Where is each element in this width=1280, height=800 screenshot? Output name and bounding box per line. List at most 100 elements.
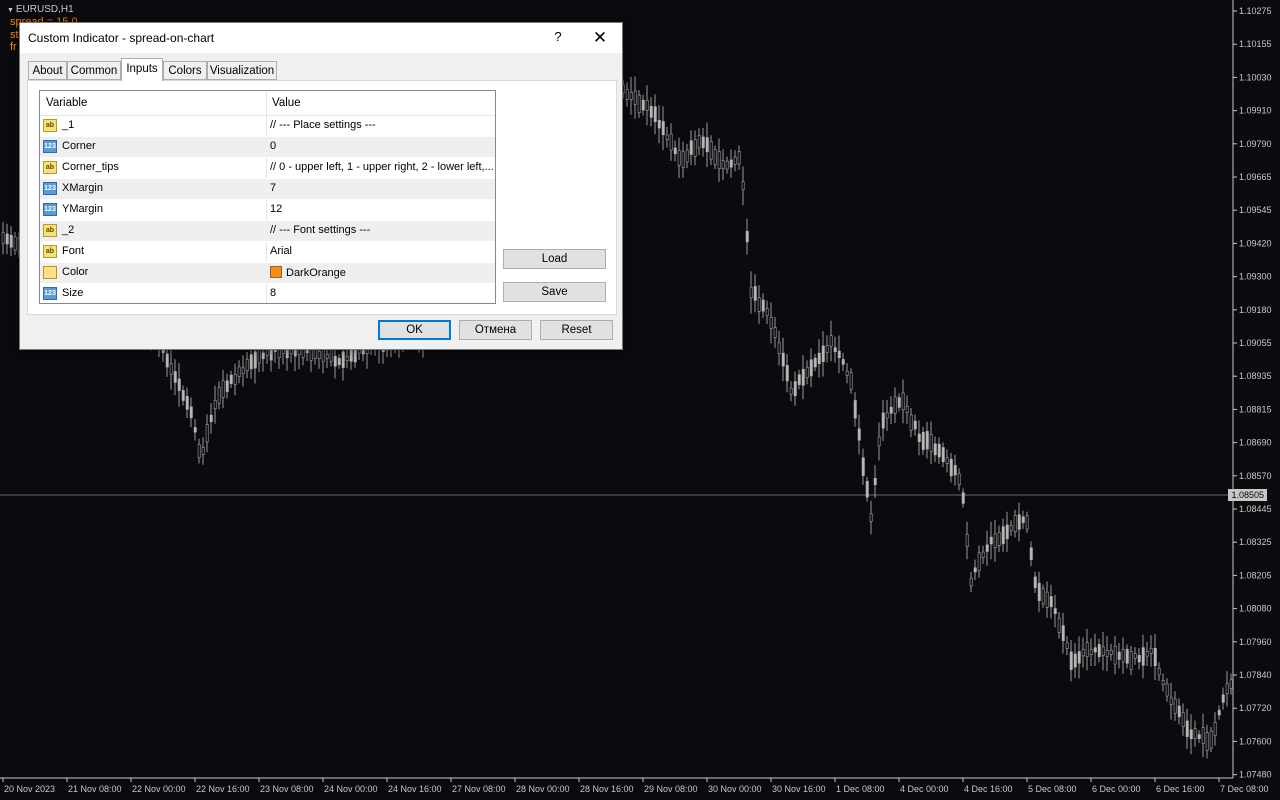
candle-body	[873, 478, 877, 485]
candle-body	[741, 181, 745, 190]
candle-body	[1053, 608, 1057, 614]
variable-value[interactable]: 8	[270, 287, 276, 299]
variable-value[interactable]: // 0 - upper left, 1 - upper right, 2 - …	[270, 161, 494, 173]
dialog-titlebar[interactable]: Custom Indicator - spread-on-chart ? ✕	[20, 23, 622, 53]
variable-name: XMargin	[62, 182, 103, 194]
candle-body	[1205, 732, 1209, 751]
candle-body	[677, 150, 681, 166]
candle-body	[649, 105, 653, 118]
column-header-variable[interactable]: Variable	[46, 97, 87, 109]
tab-visualization[interactable]: Visualization	[207, 61, 277, 80]
value-text: 0	[270, 140, 277, 152]
candle-body	[637, 94, 641, 114]
candle-body	[745, 231, 749, 243]
save-button[interactable]: Save	[503, 282, 606, 302]
price-label: 1.08080	[1239, 604, 1272, 614]
variable-value[interactable]: Arial	[270, 245, 292, 257]
table-row[interactable]: 123 Size 8	[40, 284, 495, 303]
candle-body	[1133, 653, 1137, 659]
variable-value[interactable]: DarkOrange	[270, 266, 346, 279]
candle-body	[973, 567, 977, 573]
table-row[interactable]: ab Corner_tips // 0 - upper left, 1 - uppe…	[40, 158, 495, 179]
price-label: 1.07840	[1239, 670, 1272, 680]
inputs-table: Variable Value ab _1 // --- Place settings…	[39, 90, 496, 304]
candle-body	[9, 234, 13, 248]
value-text: Arial	[270, 245, 293, 257]
candle-body	[1077, 651, 1081, 664]
candle-body	[841, 359, 845, 365]
candle-body	[653, 106, 657, 123]
candle-body	[337, 358, 341, 365]
variable-value[interactable]: 12	[270, 203, 282, 215]
candle-body	[1089, 649, 1093, 655]
candle-body	[833, 347, 837, 352]
candle-body	[1061, 625, 1065, 642]
candle-body	[729, 159, 733, 168]
tab-about[interactable]: About	[28, 61, 67, 80]
cancel-button[interactable]: Отмена	[459, 320, 532, 340]
candle-body	[901, 392, 905, 411]
candle-body	[1045, 591, 1049, 608]
variable-value[interactable]: 0	[270, 140, 276, 152]
candle-body	[625, 89, 629, 100]
variable-value[interactable]: 7	[270, 182, 276, 194]
table-row[interactable]: 123 XMargin 7	[40, 179, 495, 200]
table-row[interactable]: ab _2 // --- Font settings ---	[40, 221, 495, 242]
table-row[interactable]: ab _1 // --- Place settings ---	[40, 116, 495, 137]
help-button[interactable]: ?	[550, 29, 566, 44]
ok-button[interactable]: OK	[378, 320, 451, 340]
table-row[interactable]: Color DarkOrange	[40, 263, 495, 284]
price-label: 1.07600	[1239, 736, 1272, 746]
tab-common[interactable]: Common	[67, 61, 121, 80]
close-button[interactable]: ✕	[588, 27, 612, 49]
string-type-icon: ab	[43, 224, 57, 237]
candle-body	[213, 400, 217, 409]
column-header-value[interactable]: Value	[272, 97, 301, 109]
candle-body	[361, 349, 365, 355]
candle-body	[1181, 712, 1185, 727]
candle-body	[701, 136, 705, 148]
candle-body	[1093, 647, 1097, 653]
price-label: 1.09300	[1239, 272, 1272, 282]
variable-name: Corner	[62, 140, 96, 152]
time-label: 5 Dec 08:00	[1028, 784, 1077, 794]
candle-body	[329, 348, 333, 362]
candle-body	[897, 397, 901, 408]
candle-body	[1013, 515, 1017, 533]
candle-body	[1021, 516, 1025, 523]
candle-body	[753, 286, 757, 301]
candle-body	[165, 353, 169, 368]
variable-name: _1	[62, 119, 75, 131]
table-row[interactable]: 123 YMargin 12	[40, 200, 495, 221]
variable-value[interactable]: // --- Place settings ---	[270, 119, 376, 131]
candle-body	[173, 371, 177, 383]
candle-body	[693, 139, 697, 157]
price-label: 1.09420	[1239, 238, 1272, 248]
table-row[interactable]: 123 Corner 0	[40, 137, 495, 158]
candle-body	[733, 156, 737, 165]
time-label: 22 Nov 00:00	[132, 784, 186, 794]
candle-body	[849, 372, 853, 390]
candle-body	[1189, 729, 1193, 740]
price-label: 1.09055	[1239, 338, 1272, 348]
table-row[interactable]: ab Font Arial	[40, 242, 495, 263]
variable-name: Color	[62, 266, 89, 278]
tab-inputs[interactable]: Inputs	[121, 58, 163, 81]
candle-body	[825, 345, 829, 353]
candle-body	[1153, 647, 1157, 667]
reset-button[interactable]: Reset	[540, 320, 613, 340]
candle-body	[737, 151, 741, 165]
candle-body	[725, 160, 729, 170]
candle-body	[253, 351, 257, 369]
load-button[interactable]: Load	[503, 249, 606, 269]
candle-body	[909, 414, 913, 431]
candle-body	[1125, 649, 1129, 664]
candle-body	[197, 444, 201, 458]
variable-value[interactable]: // --- Font settings ---	[270, 224, 370, 236]
time-label: 24 Nov 16:00	[388, 784, 442, 794]
price-label: 1.08445	[1239, 504, 1272, 514]
candle-body	[1085, 642, 1089, 657]
tab-colors[interactable]: Colors	[163, 61, 207, 80]
number-type-icon: 123	[43, 287, 57, 300]
candle-body	[717, 151, 721, 169]
